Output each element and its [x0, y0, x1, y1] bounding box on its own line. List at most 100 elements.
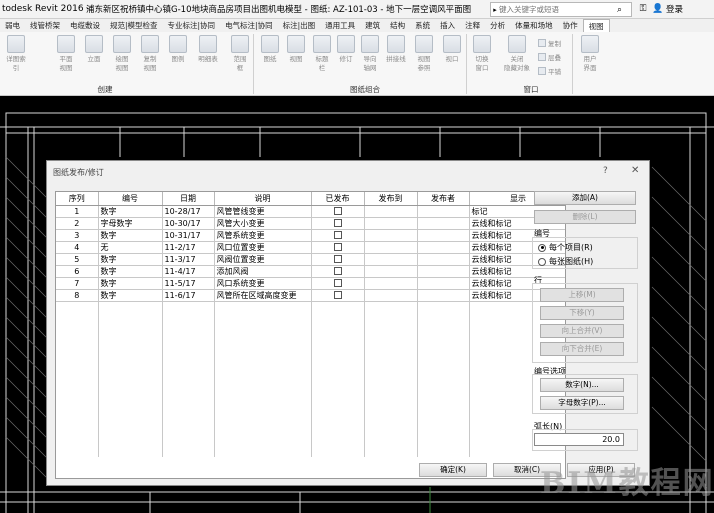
column-header-issued-to[interactable]: 发布到	[364, 192, 418, 206]
ribbon-tab[interactable]: 弱电	[0, 19, 25, 32]
description-cell[interactable]: 风管大小变更	[214, 217, 312, 230]
search-icon[interactable]: ⌕	[617, 5, 622, 15]
issued-checkbox[interactable]	[333, 219, 342, 227]
alphanumeric-options-button[interactable]: 字母数字(P)...	[540, 396, 624, 410]
add-button[interactable]: 添加(A)	[534, 191, 636, 205]
table-row[interactable]: 4 无 11-2/17 风口位置变更 云线和标记	[56, 241, 565, 254]
numbering-cell[interactable]: 数字	[98, 277, 163, 290]
view-reference-button[interactable]: 视图 参照	[412, 35, 436, 73]
merge-up-button[interactable]: 向上合并(V)	[540, 324, 624, 338]
issued-checkbox[interactable]	[333, 279, 342, 287]
sequence-cell[interactable]: 4	[56, 241, 99, 254]
issued-by-cell[interactable]	[417, 205, 470, 218]
issued-by-cell[interactable]	[417, 229, 470, 242]
numbering-cell[interactable]: 数字	[98, 265, 163, 278]
sequence-cell[interactable]: 7	[56, 277, 99, 290]
date-cell[interactable]: 11-2/17	[162, 241, 215, 254]
sequence-cell[interactable]: 6	[56, 265, 99, 278]
issued-checkbox[interactable]	[333, 267, 342, 275]
column-header-issued-by[interactable]: 发布者	[417, 192, 470, 206]
issued-cell[interactable]	[311, 229, 365, 242]
table-row[interactable]: 7 数字 11-5/17 风口系统变更 云线和标记	[56, 277, 565, 290]
issued-by-cell[interactable]	[417, 253, 470, 266]
ribbon-tab[interactable]: 线管桥架	[25, 19, 65, 32]
column-header-sequence[interactable]: 序列	[56, 192, 99, 206]
ribbon-tab[interactable]: 标注|出图	[278, 19, 321, 32]
issued-by-cell[interactable]	[417, 277, 470, 290]
date-cell[interactable]: 10-30/17	[162, 217, 215, 230]
issued-by-cell[interactable]	[417, 289, 470, 302]
issued-by-cell[interactable]	[417, 217, 470, 230]
ribbon-tab[interactable]: 电缆敷设	[65, 19, 105, 32]
ribbon-tab[interactable]: 体量和场地	[510, 19, 558, 32]
matchline-button[interactable]: 拼接线	[384, 35, 408, 64]
table-row[interactable]: 6 数字 11-4/17 添加风阀 云线和标记	[56, 265, 565, 278]
column-header-numbering[interactable]: 编号	[98, 192, 163, 206]
issued-cell[interactable]	[311, 205, 365, 218]
issued-to-cell[interactable]	[364, 205, 418, 218]
ribbon-tab[interactable]: 分析	[485, 19, 510, 32]
sheet-button[interactable]: 图纸	[258, 35, 282, 64]
issued-to-cell[interactable]	[364, 241, 418, 254]
date-cell[interactable]: 11-4/17	[162, 265, 215, 278]
ribbon-tab[interactable]: 电气标注|协同	[220, 19, 278, 32]
table-row[interactable]: 3 数字 10-31/17 风管系统变更 云线和标记	[56, 229, 565, 242]
table-row[interactable]: 2 字母数字 10-30/17 风管大小变更 云线和标记	[56, 217, 565, 230]
close-hidden-button[interactable]: 关闭 隐藏对象	[500, 35, 534, 73]
description-cell[interactable]: 风阀位置变更	[214, 253, 312, 266]
issued-checkbox[interactable]	[333, 231, 342, 239]
issued-cell[interactable]	[311, 217, 365, 230]
arc-length-input[interactable]: 20.0	[534, 433, 624, 446]
subscription-icon[interactable]: ⚿	[638, 4, 648, 14]
sequence-cell[interactable]: 3	[56, 229, 99, 242]
ribbon-tab[interactable]: 结构	[385, 19, 410, 32]
help-search-box[interactable]: ▸ ⌕	[490, 2, 632, 17]
issued-to-cell[interactable]	[364, 265, 418, 278]
numbering-cell[interactable]: 无	[98, 241, 163, 254]
column-header-description[interactable]: 说明	[214, 192, 312, 206]
sequence-cell[interactable]: 2	[56, 217, 99, 230]
title-block-button[interactable]: 标题 栏	[310, 35, 334, 73]
issued-checkbox[interactable]	[333, 243, 342, 251]
ribbon-tab[interactable]: 规范|模型检查	[105, 19, 163, 32]
duplicate-view-button[interactable]: 复制 视图	[138, 35, 162, 73]
table-row[interactable]: 5 数字 11-3/17 风阀位置变更 云线和标记	[56, 253, 565, 266]
search-expand-icon[interactable]: ▸	[491, 6, 499, 14]
description-cell[interactable]: 风口位置变更	[214, 241, 312, 254]
numbering-cell[interactable]: 数字	[98, 289, 163, 302]
ribbon-tab[interactable]: 协作	[558, 19, 583, 32]
numeric-options-button[interactable]: 数字(N)...	[540, 378, 624, 392]
issued-to-cell[interactable]	[364, 229, 418, 242]
ribbon-tab[interactable]: 专业标注|协同	[163, 19, 221, 32]
viewports-button[interactable]: 视口	[440, 35, 464, 64]
user-icon[interactable]: 👤	[652, 4, 663, 14]
issued-cell[interactable]	[311, 277, 365, 290]
issued-to-cell[interactable]	[364, 277, 418, 290]
radio-per-project[interactable]: 每个项目(R)	[538, 242, 593, 253]
issued-by-cell[interactable]	[417, 241, 470, 254]
issued-by-cell[interactable]	[417, 265, 470, 278]
revisions-button[interactable]: 修订	[334, 35, 358, 64]
ribbon-tab[interactable]: 建筑	[360, 19, 385, 32]
ribbon-tab[interactable]: 通用工具	[320, 19, 360, 32]
issued-cell[interactable]	[311, 253, 365, 266]
issued-to-cell[interactable]	[364, 253, 418, 266]
description-cell[interactable]: 风管系统变更	[214, 229, 312, 242]
date-cell[interactable]: 11-3/17	[162, 253, 215, 266]
date-cell[interactable]: 11-5/17	[162, 277, 215, 290]
ribbon-tab[interactable]: 系统	[410, 19, 435, 32]
issued-cell[interactable]	[311, 265, 365, 278]
delete-button[interactable]: 删除(L)	[534, 210, 636, 224]
drafting-view-button[interactable]: 绘图 视图	[110, 35, 134, 73]
plan-view-button[interactable]: 平面 视图	[54, 35, 78, 73]
column-header-issued[interactable]: 已发布	[311, 192, 365, 206]
ok-button[interactable]: 确定(K)	[419, 463, 487, 477]
issued-cell[interactable]	[311, 241, 365, 254]
date-cell[interactable]: 11-6/17	[162, 289, 215, 302]
issued-to-cell[interactable]	[364, 289, 418, 302]
login-link[interactable]: 登录	[666, 3, 683, 15]
ribbon-tab[interactable]: 注释	[460, 19, 485, 32]
schedule-button[interactable]: 明细表	[196, 35, 220, 64]
issued-checkbox[interactable]	[333, 291, 342, 299]
issued-checkbox[interactable]	[333, 207, 342, 215]
